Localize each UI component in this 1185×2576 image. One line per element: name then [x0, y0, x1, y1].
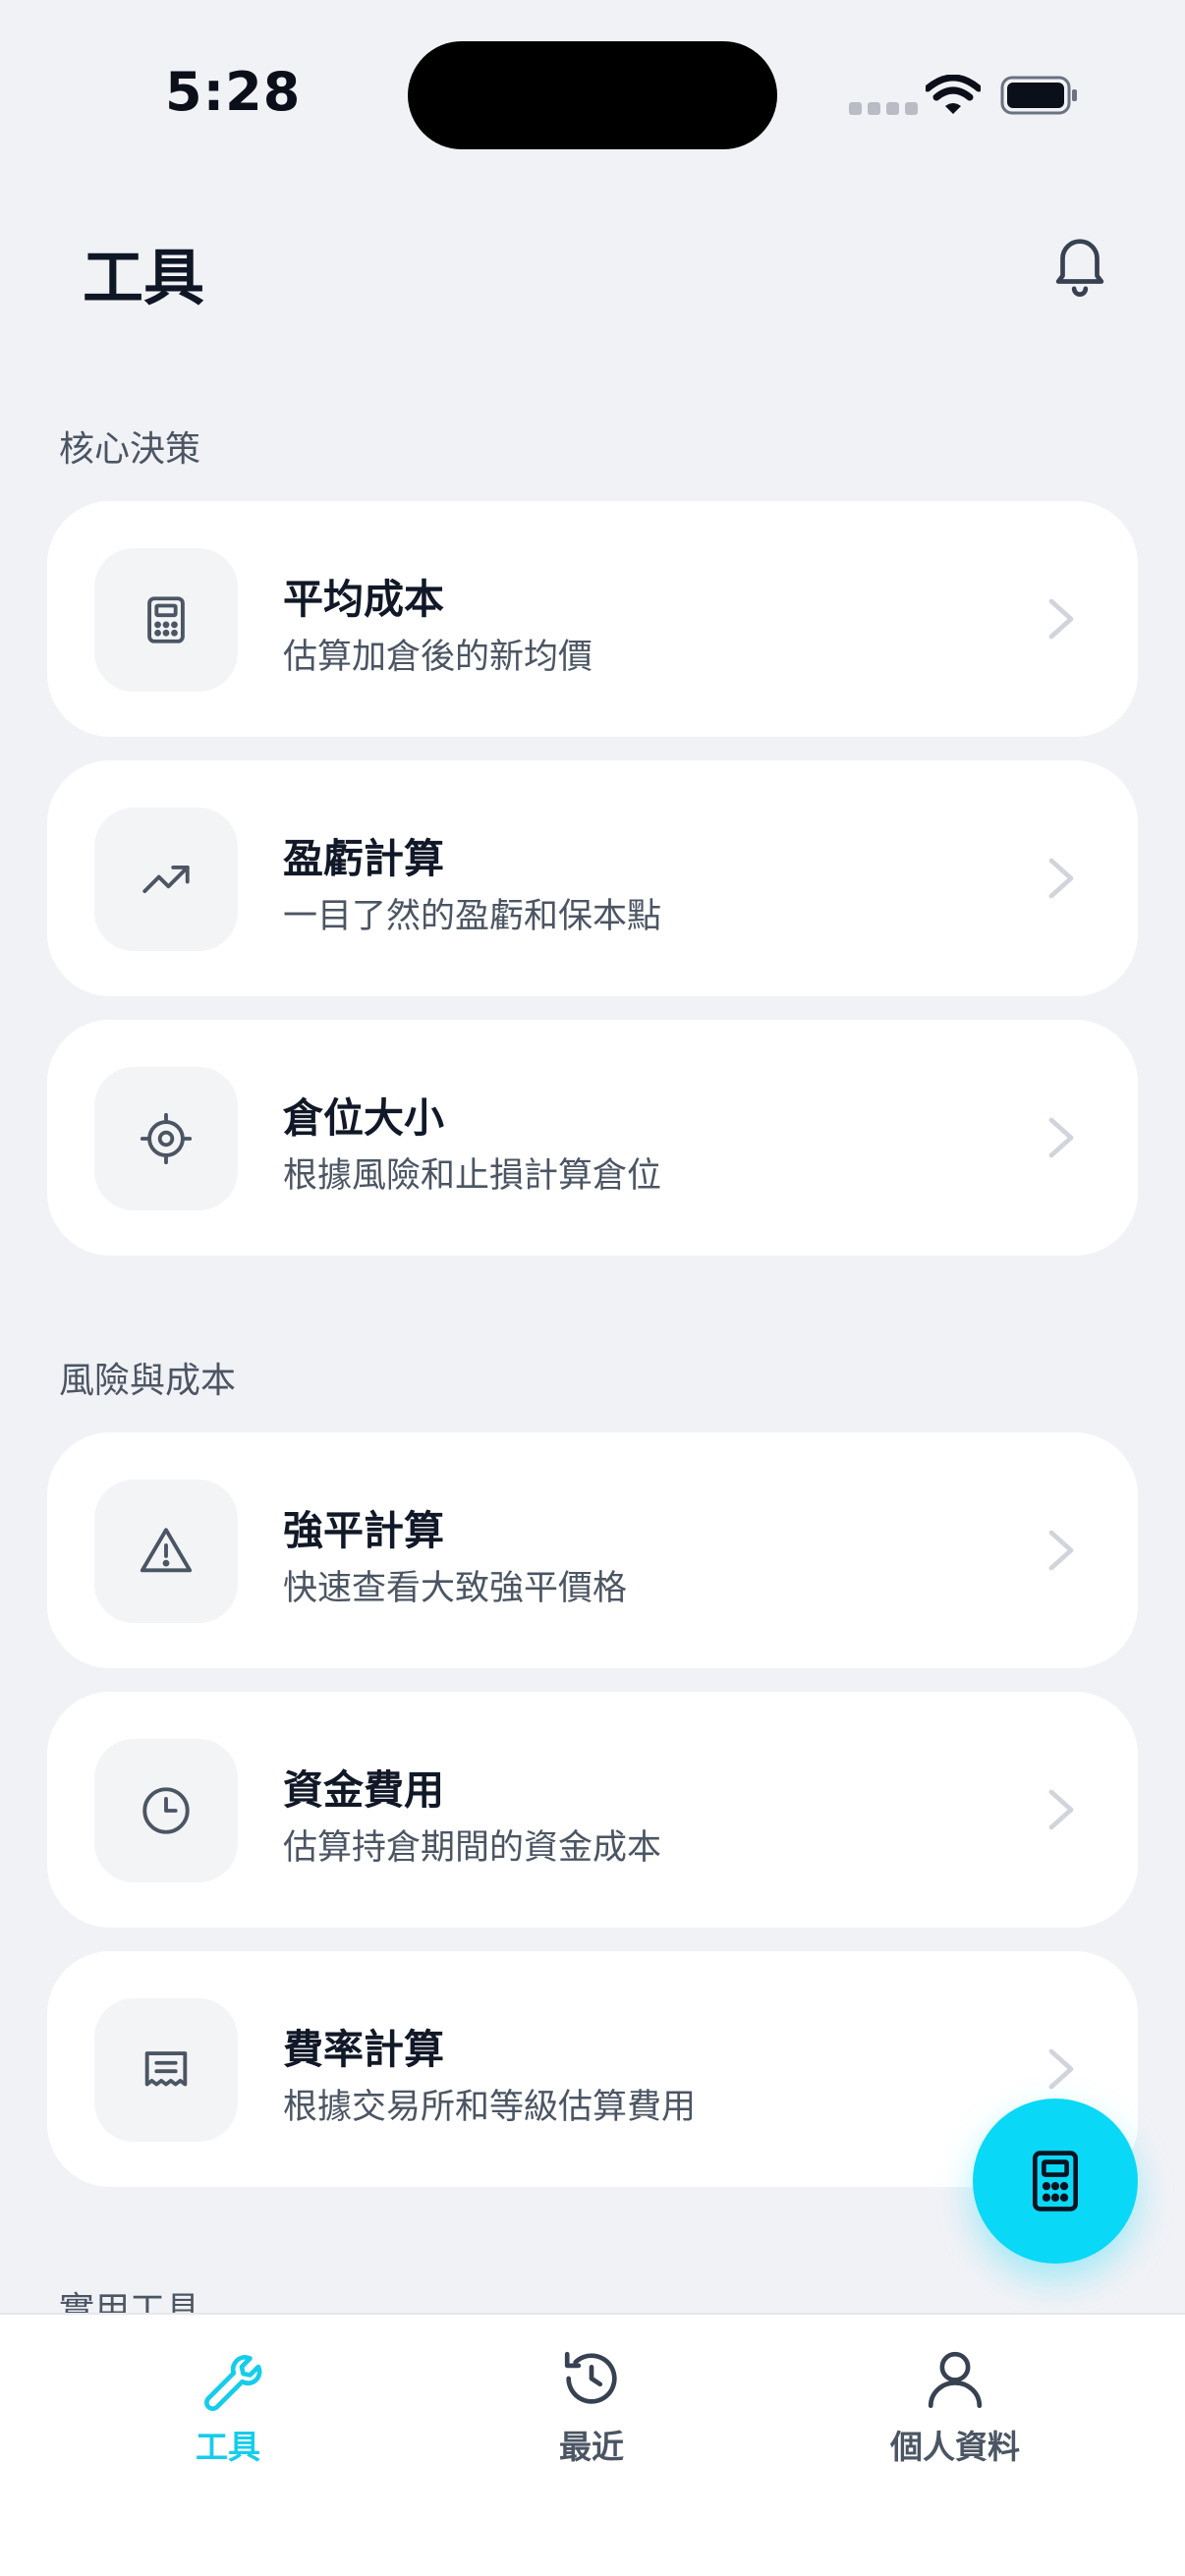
battery-icon [1000, 76, 1077, 115]
card-average-cost[interactable]: 平均成本 估算加倉後的新均價 [47, 501, 1138, 737]
nav-tab-tools[interactable]: 工具 [100, 2344, 356, 2468]
chevron-right-icon [1048, 598, 1074, 640]
nav-label: 工具 [196, 2428, 260, 2466]
trending-up-icon [142, 865, 190, 894]
nav-label: 個人資料 [890, 2428, 1020, 2466]
card-icon-box [94, 808, 238, 951]
card-funding-fee[interactable]: 資金費用 估算持倉期間的資金成本 [47, 1692, 1138, 1928]
card-subtitle: 估算加倉後的新均價 [283, 638, 593, 677]
card-icon-box [94, 1739, 238, 1882]
receipt-icon [144, 2051, 188, 2087]
history-icon [564, 2351, 617, 2404]
wrench-icon [204, 2355, 262, 2411]
calculator-icon [147, 596, 185, 644]
card-title: 強平計算 [283, 1507, 444, 1554]
card-subtitle: 根據風險和止損計算倉位 [283, 1156, 662, 1196]
chevron-right-icon [1048, 858, 1074, 899]
page-title: 工具 [83, 242, 205, 313]
chevron-right-icon [1048, 1789, 1074, 1830]
chevron-right-icon [1048, 2048, 1074, 2090]
section-title-core: 核心決策 [59, 429, 201, 470]
card-pnl[interactable]: 盈虧計算 一目了然的盈虧和保本點 [47, 760, 1138, 996]
card-title: 平均成本 [283, 576, 444, 623]
card-title: 倉位大小 [283, 1094, 444, 1142]
card-icon-box [94, 1067, 238, 1210]
card-title: 費率計算 [283, 2026, 444, 2073]
card-icon-box [94, 548, 238, 692]
card-title: 資金費用 [283, 1766, 444, 1814]
notification-bell-icon[interactable] [1045, 230, 1114, 299]
user-icon [928, 2351, 983, 2409]
cellular-signal-icon [849, 102, 918, 115]
card-subtitle: 估算持倉期間的資金成本 [283, 1828, 662, 1868]
warning-icon [140, 1528, 193, 1573]
card-liquidation[interactable]: 強平計算 快速查看大致強平價格 [47, 1432, 1138, 1668]
card-position-size[interactable]: 倉位大小 根據風險和止損計算倉位 [47, 1020, 1138, 1256]
card-fee-rate[interactable]: 費率計算 根據交易所和等級估算費用 [47, 1951, 1138, 2187]
calculator-icon [1033, 2151, 1078, 2212]
wifi-icon [926, 75, 981, 114]
crosshair-icon [140, 1112, 193, 1165]
nav-tab-recent[interactable]: 最近 [464, 2344, 719, 2468]
tools-screen: 5:28 工具 核心決策 平均成本 估算加倉後的新均價 盈虧計算 一目了然的盈虧… [0, 0, 1185, 2576]
card-icon-box [94, 1998, 238, 2142]
clock-icon [142, 1787, 190, 1834]
section-title-risk: 風險與成本 [59, 1361, 237, 1401]
nav-label: 最近 [559, 2428, 624, 2466]
card-subtitle: 快速查看大致強平價格 [283, 1569, 628, 1608]
chevron-right-icon [1048, 1530, 1074, 1571]
dynamic-island [408, 41, 777, 149]
card-subtitle: 一目了然的盈虧和保本點 [283, 897, 662, 936]
calculator-fab-button[interactable] [973, 2099, 1138, 2264]
bottom-nav: 工具 最近 個人資料 [0, 2313, 1185, 2576]
card-icon-box [94, 1480, 238, 1623]
status-time: 5:28 [165, 61, 302, 123]
chevron-right-icon [1048, 1117, 1074, 1158]
card-title: 盈虧計算 [283, 835, 444, 882]
nav-tab-profile[interactable]: 個人資料 [827, 2344, 1083, 2468]
card-subtitle: 根據交易所和等級估算費用 [283, 2088, 697, 2127]
